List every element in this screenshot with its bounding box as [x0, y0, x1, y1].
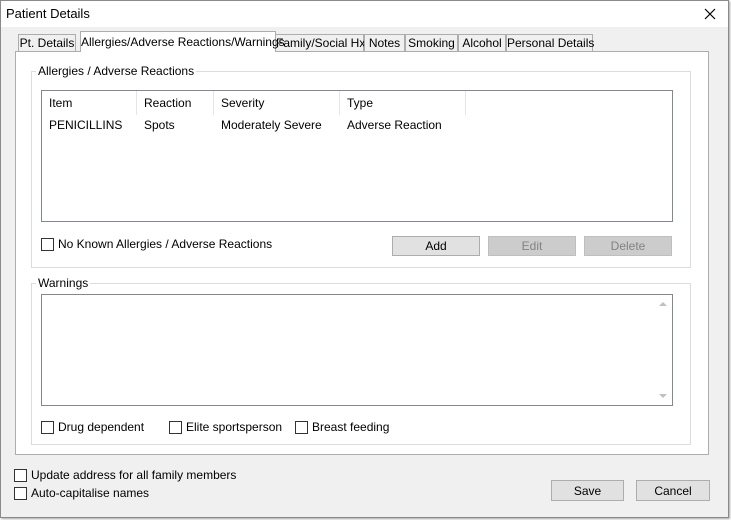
auto-capitalise-checkbox[interactable]: Auto-capitalise names [14, 486, 149, 500]
tab-label: Personal Details [507, 36, 595, 50]
window-title: Patient Details [6, 6, 90, 21]
tab-personal-details[interactable]: Personal Details [506, 34, 595, 52]
table-row[interactable]: PENICILLINS Spots Moderately Severe Adve… [42, 117, 672, 133]
close-button[interactable] [695, 2, 725, 26]
delete-allergy-button[interactable]: Delete [584, 236, 672, 256]
update-address-checkbox[interactable]: Update address for all family members [14, 468, 236, 482]
column-header-reaction[interactable]: Reaction [137, 91, 214, 115]
warnings-textarea[interactable] [41, 294, 673, 406]
checkbox-box[interactable] [14, 468, 27, 482]
cancel-button[interactable]: Cancel [636, 480, 710, 501]
tab-label: Alcohol [462, 36, 502, 50]
tab-alcohol[interactable]: Alcohol [458, 34, 506, 52]
elite-sportsperson-label: Elite sportsperson [186, 420, 283, 434]
elite-sportsperson-checkbox[interactable]: Elite sportsperson [169, 420, 282, 434]
tab-pt-details[interactable]: Pt. Details [18, 34, 76, 52]
no-known-allergies-checkbox[interactable]: No Known Allergies / Adverse Reactions [41, 237, 272, 251]
scroll-down-icon[interactable] [659, 394, 667, 398]
breast-feeding-checkbox[interactable]: Breast feeding [295, 420, 389, 434]
table-cell-item: PENICILLINS [49, 118, 123, 132]
add-button-label: Add [425, 239, 447, 253]
cancel-button-label: Cancel [654, 483, 692, 498]
tab-notes[interactable]: Notes [364, 34, 405, 52]
checkbox-box[interactable] [295, 420, 308, 434]
save-button[interactable]: Save [551, 480, 624, 501]
drug-dependent-checkbox[interactable]: Drug dependent [41, 420, 144, 434]
update-address-label: Update address for all family members [31, 468, 237, 482]
warnings-group-label: Warnings [36, 276, 91, 290]
tab-family-social-hx[interactable]: Family/Social Hx [275, 34, 366, 52]
title-bar: Patient Details [1, 1, 728, 27]
tab-smoking[interactable]: Smoking [405, 34, 458, 52]
tab-label: Allergies/Adverse Reactions/Warnings [81, 35, 285, 49]
no-known-allergies-label: No Known Allergies / Adverse Reactions [58, 237, 273, 251]
save-button-label: Save [573, 483, 602, 498]
column-header-severity[interactable]: Severity [214, 91, 340, 115]
edit-allergy-button[interactable]: Edit [488, 236, 576, 256]
allergies-list[interactable]: Item Reaction Severity Type PENICILLINS … [41, 90, 673, 222]
allergies-group-label: Allergies / Adverse Reactions [36, 64, 197, 78]
scroll-up-icon[interactable] [659, 302, 667, 306]
warnings-scrollbar[interactable] [655, 295, 672, 405]
tab-label: Pt. Details [19, 36, 75, 50]
tab-label: Family/Social Hx [276, 36, 366, 50]
tab-label: Notes [368, 36, 401, 50]
table-cell-severity: Moderately Severe [221, 118, 322, 132]
checkbox-box[interactable] [41, 420, 54, 434]
close-icon [704, 8, 716, 20]
column-header-item[interactable]: Item [42, 91, 137, 115]
edit-button-label: Edit [521, 239, 543, 253]
tab-label: Smoking [408, 36, 455, 50]
checkbox-box[interactable] [14, 486, 27, 500]
drug-dependent-label: Drug dependent [58, 420, 145, 434]
checkbox-box[interactable] [41, 237, 54, 251]
tab-allergies-adverse-reactions-warnings[interactable]: Allergies/Adverse Reactions/Warnings [80, 31, 285, 52]
table-cell-type: Adverse Reaction [347, 118, 442, 132]
add-allergy-button[interactable]: Add [392, 236, 480, 256]
checkbox-box[interactable] [169, 420, 182, 434]
delete-button-label: Delete [610, 239, 646, 253]
table-cell-reaction: Spots [144, 118, 175, 132]
breast-feeding-label: Breast feeding [312, 420, 390, 434]
column-header-type[interactable]: Type [340, 91, 466, 115]
auto-capitalise-label: Auto-capitalise names [31, 486, 150, 500]
